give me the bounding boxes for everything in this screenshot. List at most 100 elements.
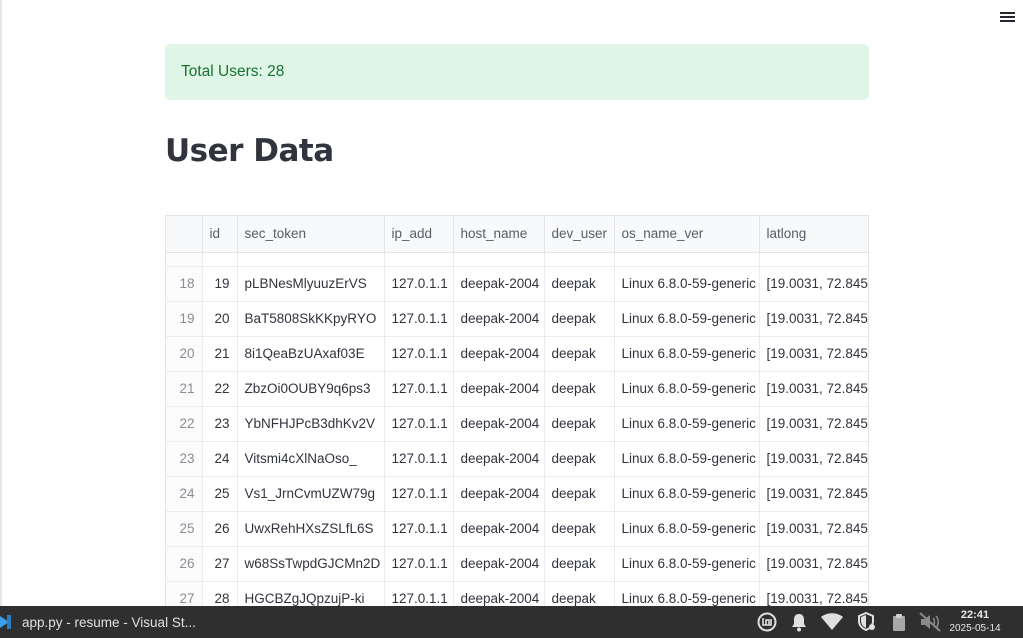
cell-id[interactable]: 20 (202, 301, 238, 337)
mintupdate-icon[interactable] (756, 606, 778, 638)
cell-ip-add[interactable]: 127.0.1.1 (384, 371, 454, 407)
cell-host-name[interactable]: deepak-2004 (453, 266, 545, 302)
cell-host-name[interactable]: deepak-2004 (453, 406, 545, 442)
row-index[interactable]: 20 (166, 336, 203, 372)
cell-dev-user[interactable]: deepak (544, 441, 615, 477)
cell-latlong[interactable]: [19.0031, 72.8456 (759, 441, 868, 477)
cell-sec-token[interactable]: YbNFHJPcB3dhKv2V (237, 406, 385, 442)
row-index[interactable]: 26 (166, 546, 203, 582)
cell-sec-token[interactable]: BaT5808SkKKpyRYO (237, 301, 385, 337)
cell-os-name-ver[interactable]: Linux 6.8.0-59-generic (614, 581, 760, 606)
table-row[interactable]: 18 19 pLBNesMlyuuzErVS 127.0.1.1 deepak-2004… (166, 266, 868, 302)
cell-dev-user[interactable]: deepak (544, 546, 615, 582)
table-row[interactable]: 22 23 YbNFHJPcB3dhKv2V 127.0.1.1 deepak-2004… (166, 406, 868, 442)
table-row[interactable]: 26 27 w68SsTwpdGJCMn2D 127.0.1.1 deepak-2004… (166, 546, 868, 582)
cell-id[interactable]: 23 (202, 406, 238, 442)
cell-host-name[interactable]: deepak-2004 (453, 546, 545, 582)
row-index[interactable]: 21 (166, 371, 203, 407)
wifi-icon[interactable] (820, 606, 844, 638)
row-index[interactable]: 23 (166, 441, 203, 477)
cell-os-name-ver[interactable]: Linux 6.8.0-59-generic (614, 546, 760, 582)
row-index[interactable]: 18 (166, 266, 203, 302)
cell-id[interactable]: 26 (202, 511, 238, 547)
cell-host-name[interactable]: deepak-2004 (453, 581, 545, 606)
shield-icon[interactable] (856, 606, 878, 638)
table-row[interactable]: 23 24 Vitsmi4cXlNaOso_ 127.0.1.1 deepak-2004… (166, 441, 868, 477)
cell-dev-user[interactable]: deepak (544, 301, 615, 337)
cell-ip-add[interactable]: 127.0.1.1 (384, 266, 454, 302)
column-header-host-name[interactable]: host_name (453, 216, 545, 253)
table-row[interactable]: 24 25 Vs1_JrnCvmUZW79g 127.0.1.1 deepak-2004… (166, 476, 868, 512)
cell-sec-token[interactable]: Vitsmi4cXlNaOso_ (237, 441, 385, 477)
cell-ip-add[interactable]: 127.0.1.1 (384, 581, 454, 606)
cell-host-name[interactable]: deepak-2004 (453, 476, 545, 512)
cell-os-name-ver[interactable]: Linux 6.8.0-59-generic (614, 336, 760, 372)
column-header-id[interactable]: id (202, 216, 238, 253)
cell-ip-add[interactable]: 127.0.1.1 (384, 406, 454, 442)
column-header-index[interactable] (166, 216, 203, 253)
row-index[interactable]: 25 (166, 511, 203, 547)
cell-latlong[interactable]: [19.0031, 72.8456 (759, 546, 868, 582)
table-row[interactable]: 25 26 UwxRehHXsZSLfL6S 127.0.1.1 deepak-2004… (166, 511, 868, 547)
row-index[interactable]: 27 (166, 581, 203, 606)
cell-id[interactable]: 27 (202, 546, 238, 582)
table-row[interactable]: 27 28 HGCBZgJQpzujP-ki 127.0.1.1 deepak-2004… (166, 581, 868, 606)
cell-latlong[interactable]: [19.0031, 72.8456 (759, 336, 868, 372)
cell-host-name[interactable]: deepak-2004 (453, 371, 545, 407)
cell-ip-add[interactable]: 127.0.1.1 (384, 546, 454, 582)
system-clock[interactable]: 22:41 2025-05-14 (945, 608, 1005, 636)
cell-ip-add[interactable]: 127.0.1.1 (384, 336, 454, 372)
cell-id[interactable]: 28 (202, 581, 238, 606)
notification-bell-icon[interactable] (788, 606, 810, 638)
cell-os-name-ver[interactable]: Linux 6.8.0-59-generic (614, 371, 760, 407)
cell-ip-add[interactable]: 127.0.1.1 (384, 301, 454, 337)
main-menu-icon[interactable] (997, 9, 1019, 27)
cell-sec-token[interactable]: HGCBZgJQpzujP-ki (237, 581, 385, 606)
row-index[interactable]: 22 (166, 406, 203, 442)
cell-ip-add[interactable]: 127.0.1.1 (384, 441, 454, 477)
cell-dev-user[interactable]: deepak (544, 371, 615, 407)
cell-sec-token[interactable]: Vs1_JrnCvmUZW79g (237, 476, 385, 512)
cell-dev-user[interactable]: deepak (544, 336, 615, 372)
cell-sec-token[interactable]: w68SsTwpdGJCMn2D (237, 546, 385, 582)
cell-latlong[interactable]: [19.0031, 72.8456 (759, 266, 868, 302)
column-header-ip-add[interactable]: ip_add (384, 216, 454, 253)
cell-id[interactable]: 22 (202, 371, 238, 407)
cell-os-name-ver[interactable]: Linux 6.8.0-59-generic (614, 476, 760, 512)
cell-latlong[interactable]: [19.0031, 72.8456 (759, 476, 868, 512)
cell-id[interactable]: 24 (202, 441, 238, 477)
clipboard-icon[interactable] (888, 606, 910, 638)
cell-latlong[interactable]: [19.0031, 72.8456 (759, 511, 868, 547)
cell-host-name[interactable]: deepak-2004 (453, 511, 545, 547)
cell-os-name-ver[interactable]: Linux 6.8.0-59-generic (614, 441, 760, 477)
cell-os-name-ver[interactable]: Linux 6.8.0-59-generic (614, 406, 760, 442)
taskbar-app-vscode[interactable]: app.py - resume - Visual St... (0, 606, 196, 638)
cell-dev-user[interactable]: deepak (544, 511, 615, 547)
cell-ip-add[interactable]: 127.0.1.1 (384, 511, 454, 547)
cell-sec-token[interactable]: 8i1QeaBzUAxaf03E (237, 336, 385, 372)
column-header-latlong[interactable]: latlong (759, 216, 868, 253)
cell-latlong[interactable]: [19.0031, 72.8456 (759, 371, 868, 407)
cell-dev-user[interactable]: deepak (544, 406, 615, 442)
table-row[interactable]: 20 21 8i1QeaBzUAxaf03E 127.0.1.1 deepak-2004… (166, 336, 868, 372)
column-header-sec-token[interactable]: sec_token (237, 216, 385, 253)
cell-sec-token[interactable]: pLBNesMlyuuzErVS (237, 266, 385, 302)
cell-host-name[interactable]: deepak-2004 (453, 301, 545, 337)
cell-dev-user[interactable]: deepak (544, 581, 615, 606)
row-index[interactable]: 19 (166, 301, 203, 337)
cell-host-name[interactable]: deepak-2004 (453, 336, 545, 372)
cell-ip-add[interactable]: 127.0.1.1 (384, 476, 454, 512)
cell-sec-token[interactable]: UwxRehHXsZSLfL6S (237, 511, 385, 547)
cell-dev-user[interactable]: deepak (544, 266, 615, 302)
cell-host-name[interactable]: deepak-2004 (453, 441, 545, 477)
cell-latlong[interactable]: [19.0031, 72.8456 (759, 301, 868, 337)
row-index[interactable]: 24 (166, 476, 203, 512)
column-header-os-name-ver[interactable]: os_name_ver (614, 216, 760, 253)
cell-latlong[interactable]: [19.0031, 72.8456 (759, 581, 868, 606)
column-header-dev-user[interactable]: dev_user (544, 216, 615, 253)
cell-latlong[interactable]: [19.0031, 72.8456 (759, 406, 868, 442)
cell-id[interactable]: 25 (202, 476, 238, 512)
cell-id[interactable]: 19 (202, 266, 238, 302)
cell-sec-token[interactable]: ZbzOi0OUBY9q6ps3 (237, 371, 385, 407)
cell-dev-user[interactable]: deepak (544, 476, 615, 512)
